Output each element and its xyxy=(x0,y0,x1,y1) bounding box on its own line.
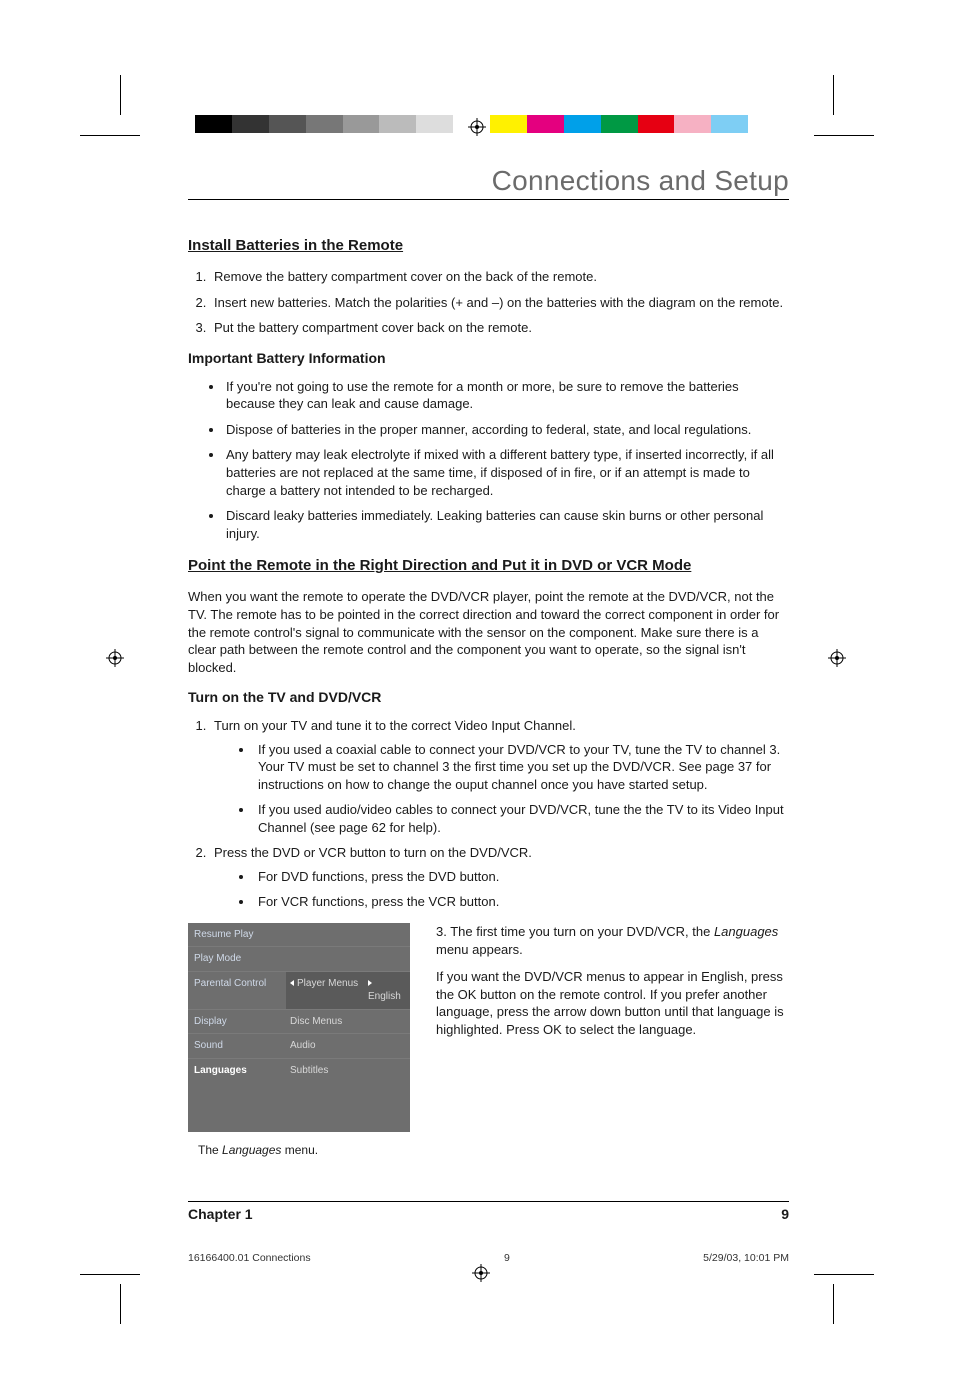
section-title-point-remote: Point the Remote in the Right Direction … xyxy=(188,556,789,576)
registration-mark-icon xyxy=(472,1264,490,1285)
crop-marks-top xyxy=(0,0,954,135)
arrow-left-icon xyxy=(290,980,294,986)
list-item: If you used a coaxial cable to connect y… xyxy=(254,741,789,794)
print-imprint: 16166400.01 Connections 9 5/29/03, 10:01… xyxy=(188,1252,789,1264)
install-batteries-steps: Remove the battery compartment cover on … xyxy=(188,268,789,337)
list-item: For VCR functions, press the VCR button. xyxy=(254,893,789,911)
submenu-value-english: English xyxy=(364,971,410,1009)
body-paragraph: When you want the remote to operate the … xyxy=(188,588,789,676)
page-header: Connections and Setup xyxy=(188,165,789,200)
submenu-subtitles: Subtitles xyxy=(286,1058,364,1083)
imprint-datetime: 5/29/03, 10:01 PM xyxy=(703,1252,789,1264)
nested-list: If you used a coaxial cable to connect y… xyxy=(214,741,789,837)
page-title: Connections and Setup xyxy=(188,165,789,197)
step-text: Press the DVD or VCR button to turn on t… xyxy=(214,845,532,860)
figure-caption: The Languages menu. xyxy=(198,1142,410,1158)
menu-item-play-mode: Play Mode xyxy=(188,946,286,971)
registration-mark-icon xyxy=(828,649,846,670)
menu-item-parental-control: Parental Control xyxy=(188,971,286,1009)
list-item: Remove the battery compartment cover on … xyxy=(210,268,789,286)
list-item: If you're not going to use the remote fo… xyxy=(224,378,789,413)
list-item: Any battery may leak electrolyte if mixe… xyxy=(224,446,789,499)
menu-item-resume-play: Resume Play xyxy=(188,923,286,947)
submenu-disc-menus: Disc Menus xyxy=(286,1009,364,1034)
subheading-turn-on: Turn on the TV and DVD/VCR xyxy=(188,688,789,707)
arrow-right-icon xyxy=(368,980,372,986)
menu-item-languages: Languages xyxy=(188,1058,286,1083)
menu-item-display: Display xyxy=(188,1009,286,1034)
menu-item-sound: Sound xyxy=(188,1033,286,1058)
imprint-filename: 16166400.01 Connections xyxy=(188,1252,311,1264)
list-item: Put the battery compartment cover back o… xyxy=(210,319,789,337)
imprint-page: 9 xyxy=(504,1252,510,1264)
list-item: Dispose of batteries in the proper manne… xyxy=(224,421,789,439)
subheading-battery-info: Important Battery Information xyxy=(188,349,789,368)
submenu-audio: Audio xyxy=(286,1033,364,1058)
languages-menu-screenshot: Resume Play Play Mode Parental Control P… xyxy=(188,923,410,1133)
list-item: Press the DVD or VCR button to turn on t… xyxy=(210,844,789,911)
section-title-install-batteries: Install Batteries in the Remote xyxy=(188,236,789,256)
step3-column: 3. The first time you turn on your DVD/V… xyxy=(436,923,789,1159)
submenu-player-menus: Player Menus xyxy=(286,971,364,1009)
page-number: 9 xyxy=(781,1206,789,1222)
list-item: If you used audio/video cables to connec… xyxy=(254,801,789,836)
battery-info-list: If you're not going to use the remote fo… xyxy=(188,378,789,542)
list-item: Discard leaky batteries immediately. Lea… xyxy=(224,507,789,542)
body-paragraph: If you want the DVD/VCR menus to appear … xyxy=(436,968,789,1038)
chapter-label: Chapter 1 xyxy=(188,1206,253,1222)
list-item: For DVD functions, press the DVD button. xyxy=(254,868,789,886)
registration-mark-icon xyxy=(468,118,486,139)
registration-mark-icon xyxy=(106,649,124,670)
list-item: Turn on your TV and tune it to the corre… xyxy=(210,717,789,836)
turn-on-steps: Turn on your TV and tune it to the corre… xyxy=(188,717,789,911)
page-content: Install Batteries in the Remote Remove t… xyxy=(188,236,789,1159)
list-item: 3. The first time you turn on your DVD/V… xyxy=(436,923,789,958)
printer-color-bar xyxy=(195,115,785,133)
crop-marks-bottom xyxy=(0,1264,954,1374)
step-text: Turn on your TV and tune it to the corre… xyxy=(214,718,576,733)
languages-menu-figure: Resume Play Play Mode Parental Control P… xyxy=(188,923,410,1159)
list-item: Insert new batteries. Match the polariti… xyxy=(210,294,789,312)
nested-list: For DVD functions, press the DVD button.… xyxy=(214,868,789,911)
page-footer: Chapter 1 9 xyxy=(188,1201,789,1222)
